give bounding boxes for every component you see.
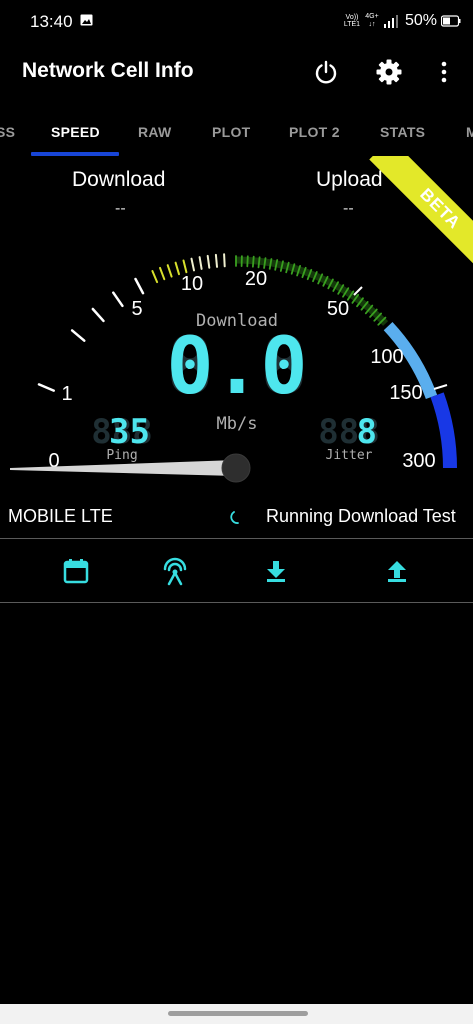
download-value: -- [115, 200, 126, 217]
antenna-icon [163, 557, 187, 586]
upload-icon [388, 561, 406, 582]
download-label: Download [72, 168, 166, 191]
progress-spinner-icon [230, 511, 239, 524]
upload-value: -- [343, 200, 354, 217]
power-icon [315, 60, 337, 84]
battery-percent: 50% [404, 12, 437, 29]
bottom-toolbar [0, 538, 473, 603]
home-gesture-handle[interactable] [168, 1011, 308, 1016]
upload-label: Upload [316, 168, 383, 191]
more-options-button[interactable] [429, 57, 459, 87]
gauge-tick [159, 266, 166, 281]
gauge-tick [206, 254, 211, 269]
tab-speed[interactable]: SPEED [51, 124, 100, 140]
gauge-tick [151, 270, 159, 284]
gauge-divider-150 [433, 384, 448, 390]
ping-value: 35 [109, 412, 150, 452]
signal-strength-icon [383, 15, 398, 28]
download-test-button[interactable] [260, 555, 292, 587]
app-bar: Network Cell Info [0, 44, 473, 102]
scale-label-10: 10 [181, 273, 203, 295]
connection-type: MOBILE LTE [8, 506, 113, 526]
status-icons: Vo)) LTE1 4G+ ↓↑ 50% [343, 10, 461, 32]
jitter-label: Jitter [326, 448, 373, 463]
gauge-tick [182, 259, 188, 274]
tab-bar: SS SPEED RAW PLOT PLOT 2 STATS M [0, 114, 473, 158]
tab-plot[interactable]: PLOT [212, 124, 251, 140]
speed-gauge: 0 1 5 10 20 50 100 150 300 Download 8.8 … [10, 253, 457, 483]
gauge-divider-50 [353, 286, 363, 296]
scale-label-5: 5 [131, 298, 142, 320]
scale-label-150: 150 [389, 382, 422, 404]
gauge-tick [214, 253, 218, 268]
gauge-tick [223, 253, 226, 268]
volte-icon: Vo)) LTE1 [343, 14, 361, 28]
status-bar: 13:40 Vo)) LTE1 4G+ ↓↑ 50% [0, 0, 473, 44]
gauge-tick [91, 307, 105, 323]
settings-button[interactable] [374, 57, 404, 87]
scale-label-1: 1 [61, 383, 72, 405]
more-vert-icon [441, 61, 447, 83]
test-status: Running Download Test [266, 506, 456, 526]
app-title: Network Cell Info [22, 59, 194, 82]
tab-plot-2[interactable]: PLOT 2 [289, 124, 340, 140]
gauge-tick [198, 256, 203, 270]
scale-label-20: 20 [245, 268, 267, 290]
tab-ss[interactable]: SS [0, 124, 15, 140]
upload-test-button[interactable] [381, 555, 413, 587]
gauge-tick [190, 257, 195, 272]
scale-label-50: 50 [327, 298, 349, 320]
jitter-value: 8 [357, 412, 377, 452]
tab-indicator [31, 152, 119, 156]
speed-digits: 0.0 [167, 322, 308, 412]
gauge-arc-blue [430, 392, 457, 469]
gauge-tick [166, 264, 173, 278]
gauge-tick [112, 291, 124, 308]
history-button[interactable] [60, 555, 92, 587]
ping-label: Ping [106, 448, 137, 463]
antenna-button[interactable] [159, 555, 191, 587]
power-button[interactable] [311, 57, 341, 87]
gauge-tick [70, 329, 86, 342]
gauge-tick [134, 277, 145, 295]
tab-raw[interactable]: RAW [138, 124, 172, 140]
gauge-tick [37, 383, 55, 392]
system-navigation-bar [0, 1004, 473, 1024]
network-type-icon: 4G+ ↓↑ [365, 13, 379, 28]
gear-icon [376, 59, 402, 85]
tab-more[interactable]: M [466, 124, 473, 140]
speed-unit: Mb/s [217, 414, 258, 434]
scale-label-300: 300 [402, 450, 435, 472]
gauge-tick [174, 261, 180, 276]
tab-stats[interactable]: STATS [380, 124, 425, 140]
gauge-needle-hub [221, 453, 251, 483]
calendar-icon [63, 559, 89, 584]
image-notification-icon [80, 14, 93, 26]
battery-icon [441, 15, 461, 27]
scale-label-100: 100 [370, 346, 403, 368]
status-time: 13:40 [30, 12, 73, 31]
download-icon [267, 561, 285, 582]
